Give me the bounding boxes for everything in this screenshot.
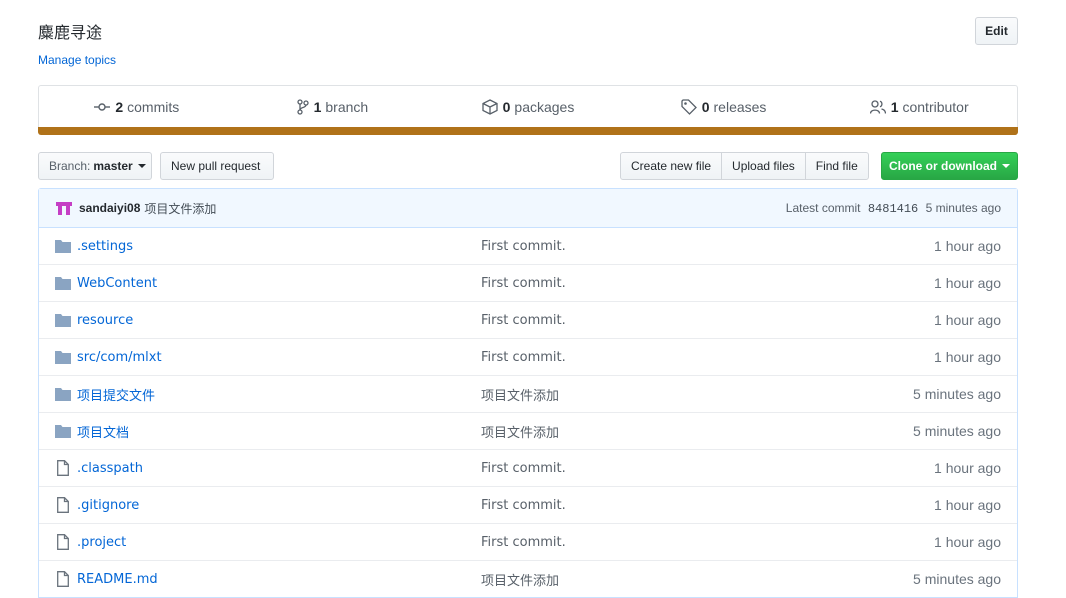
file-name-link[interactable]: .gitignore bbox=[77, 498, 481, 513]
create-new-file-button[interactable]: Create new file bbox=[620, 152, 723, 180]
file-age: 1 hour ago bbox=[934, 497, 1001, 513]
file-row: .project First commit. 1 hour ago bbox=[39, 523, 1017, 560]
file-name-link[interactable]: WebContent bbox=[77, 276, 481, 291]
manage-topics-link[interactable]: Manage topics bbox=[38, 53, 116, 67]
folder-icon bbox=[55, 386, 71, 402]
file-commit-message-link[interactable]: First commit. bbox=[481, 239, 934, 254]
latest-commit-bar: sandaiyi08 项目文件添加 Latest commit 8481416 … bbox=[39, 189, 1017, 228]
contributors-label: contributor bbox=[902, 98, 969, 115]
file-row: WebContent First commit. 1 hour ago bbox=[39, 264, 1017, 301]
file-age: 1 hour ago bbox=[934, 312, 1001, 328]
folder-icon bbox=[55, 423, 71, 439]
numbers-summary: 2 commits 1 branch 0 packages 0 releases… bbox=[38, 85, 1018, 127]
releases-label: releases bbox=[713, 98, 767, 115]
caret-down-icon bbox=[1002, 164, 1010, 168]
folder-icon bbox=[55, 238, 71, 254]
file-commit-message-link[interactable]: 项目文件添加 bbox=[481, 422, 913, 441]
file-commit-message-link[interactable]: First commit. bbox=[481, 498, 934, 513]
file-commit-message-link[interactable]: First commit. bbox=[481, 313, 934, 328]
file-name-link[interactable]: .settings bbox=[77, 239, 481, 254]
branches-label: branch bbox=[325, 98, 369, 115]
file-name-link[interactable]: README.md bbox=[77, 572, 481, 587]
file-row: README.md 项目文件添加 5 minutes ago bbox=[39, 560, 1017, 597]
packages-link[interactable]: 0 packages bbox=[430, 99, 626, 115]
file-icon bbox=[55, 534, 71, 550]
commit-sha-link[interactable]: 8481416 bbox=[868, 202, 918, 216]
commit-message-link[interactable]: 项目文件添加 bbox=[144, 200, 216, 217]
file-row: 项目提交文件 项目文件添加 5 minutes ago bbox=[39, 375, 1017, 412]
file-row: resource First commit. 1 hour ago bbox=[39, 301, 1017, 338]
avatar[interactable] bbox=[55, 199, 73, 217]
file-commit-message-link[interactable]: 项目文件添加 bbox=[481, 385, 913, 404]
file-browser: sandaiyi08 项目文件添加 Latest commit 8481416 … bbox=[38, 188, 1018, 598]
latest-commit-meta: Latest commit 8481416 5 minutes ago bbox=[786, 201, 1001, 216]
file-age: 5 minutes ago bbox=[913, 571, 1001, 587]
folder-icon bbox=[55, 349, 71, 365]
branches-link[interactable]: 1 branch bbox=[235, 99, 431, 115]
upload-files-button[interactable]: Upload files bbox=[721, 152, 806, 180]
file-row: .classpath First commit. 1 hour ago bbox=[39, 449, 1017, 486]
file-row: src/com/mlxt First commit. 1 hour ago bbox=[39, 338, 1017, 375]
folder-icon bbox=[55, 312, 71, 328]
edit-button[interactable]: Edit bbox=[975, 17, 1018, 45]
releases-link[interactable]: 0 releases bbox=[626, 99, 822, 115]
clone-download-button[interactable]: Clone or download bbox=[881, 152, 1018, 180]
file-commit-message-link[interactable]: 项目文件添加 bbox=[481, 570, 913, 589]
contributors-link[interactable]: 1 contributor bbox=[821, 99, 1017, 115]
new-pull-request-button[interactable]: New pull request bbox=[160, 152, 274, 180]
commits-label: commits bbox=[127, 98, 180, 115]
file-age: 1 hour ago bbox=[934, 534, 1001, 550]
file-icon bbox=[55, 497, 71, 513]
file-commit-message-link[interactable]: First commit. bbox=[481, 461, 934, 476]
file-age: 5 minutes ago bbox=[913, 386, 1001, 402]
branch-select-button[interactable]: Branch: master bbox=[38, 152, 152, 180]
file-age: 1 hour ago bbox=[934, 349, 1001, 365]
commit-icon bbox=[94, 102, 111, 111]
file-age: 1 hour ago bbox=[934, 238, 1001, 254]
file-actions-group: Create new file Upload files Find file bbox=[620, 152, 869, 180]
file-age: 5 minutes ago bbox=[913, 423, 1001, 439]
releases-count: 0 bbox=[701, 98, 710, 115]
latest-commit-label: Latest commit bbox=[785, 200, 861, 215]
file-name-link[interactable]: .classpath bbox=[77, 461, 481, 476]
find-file-button[interactable]: Find file bbox=[804, 152, 869, 180]
file-commit-message-link[interactable]: First commit. bbox=[481, 535, 934, 550]
branch-value: master bbox=[93, 159, 133, 173]
language-bar[interactable] bbox=[38, 127, 1018, 135]
repo-description: 麋鹿寻途 bbox=[38, 23, 103, 42]
packages-label: packages bbox=[514, 98, 575, 115]
branch-icon bbox=[296, 98, 309, 115]
caret-down-icon bbox=[137, 164, 146, 168]
identicon-icon bbox=[56, 202, 72, 215]
package-icon bbox=[481, 98, 498, 115]
file-row: .settings First commit. 1 hour ago bbox=[39, 228, 1017, 264]
file-name-link[interactable]: resource bbox=[77, 313, 481, 328]
file-commit-message-link[interactable]: First commit. bbox=[481, 350, 934, 365]
branches-count: 1 bbox=[313, 98, 322, 115]
clone-label: Clone or download bbox=[889, 159, 997, 173]
file-commit-message-link[interactable]: First commit. bbox=[481, 276, 934, 291]
commit-author-link[interactable]: sandaiyi08 bbox=[79, 201, 140, 215]
file-name-link[interactable]: .project bbox=[77, 535, 481, 550]
file-name-link[interactable]: src/com/mlxt bbox=[77, 350, 481, 365]
commits-link[interactable]: 2 commits bbox=[39, 99, 235, 115]
tag-icon bbox=[681, 98, 697, 115]
file-list: .settings First commit. 1 hour ago WebConte… bbox=[39, 228, 1017, 597]
file-age: 1 hour ago bbox=[934, 275, 1001, 291]
file-age: 1 hour ago bbox=[934, 460, 1001, 476]
latest-commit-age: 5 minutes ago bbox=[925, 200, 1001, 215]
file-icon bbox=[55, 571, 71, 587]
file-name-link[interactable]: 项目文档 bbox=[77, 422, 481, 441]
contributors-count: 1 bbox=[890, 98, 899, 115]
branch-label: Branch: bbox=[49, 159, 91, 173]
file-row: 项目文档 项目文件添加 5 minutes ago bbox=[39, 412, 1017, 449]
file-icon bbox=[55, 460, 71, 476]
file-name-link[interactable]: 项目提交文件 bbox=[77, 385, 481, 404]
folder-icon bbox=[55, 275, 71, 291]
packages-count: 0 bbox=[502, 98, 511, 115]
file-row: .gitignore First commit. 1 hour ago bbox=[39, 486, 1017, 523]
people-icon bbox=[869, 99, 886, 114]
commits-count: 2 bbox=[115, 98, 124, 115]
